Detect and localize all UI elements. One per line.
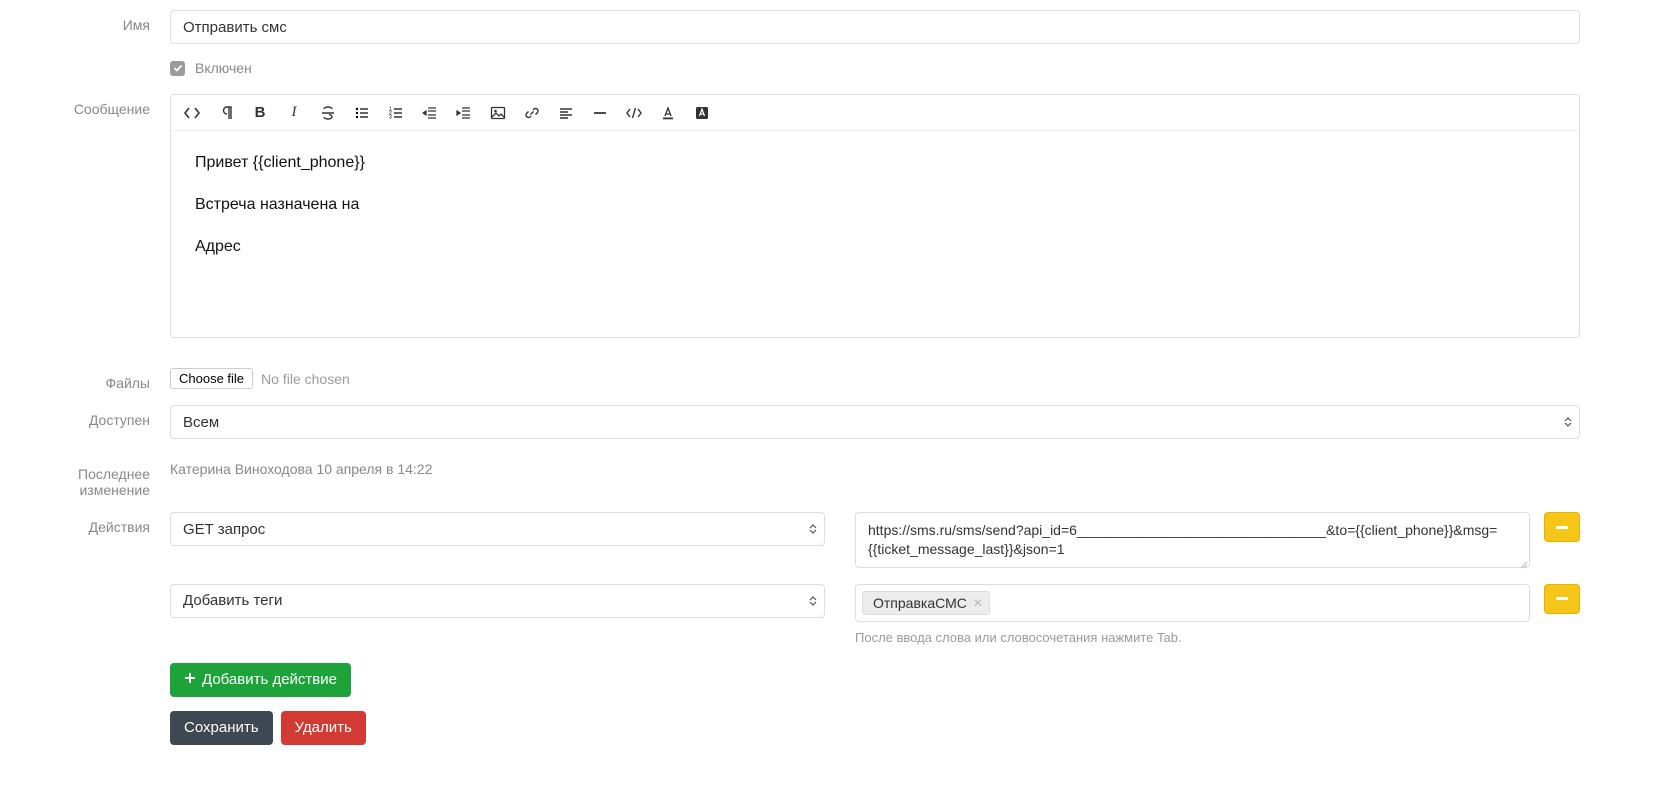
tags-hint: После ввода слова или словосочетания наж…: [855, 630, 1530, 645]
remove-action-button[interactable]: [1544, 512, 1580, 542]
enabled-label: Включен: [195, 60, 252, 76]
save-button[interactable]: Сохранить: [170, 711, 273, 745]
add-action-label: Добавить действие: [202, 671, 337, 688]
action-type-value: Добавить теги: [183, 592, 282, 609]
available-select-value: Всем: [183, 414, 219, 431]
label-actions: Действия: [10, 512, 170, 535]
action-type-select-1[interactable]: GET запрос: [170, 512, 825, 546]
outdent-icon[interactable]: [415, 99, 445, 127]
svg-text:3: 3: [389, 114, 392, 120]
add-action-button[interactable]: Добавить действие: [170, 663, 351, 697]
horizontal-rule-icon[interactable]: [585, 99, 615, 127]
tag-chip: ОтправкаСМС ✕: [862, 591, 990, 615]
label-files: Файлы: [10, 368, 170, 391]
background-color-icon[interactable]: [687, 99, 717, 127]
label-name: Имя: [10, 10, 170, 33]
choose-file-button[interactable]: Choose file: [170, 368, 253, 389]
enabled-checkbox[interactable]: [170, 61, 185, 76]
ordered-list-icon[interactable]: 123: [381, 99, 411, 127]
code-view-icon[interactable]: [177, 99, 207, 127]
name-input[interactable]: [170, 10, 1580, 44]
resize-handle-icon[interactable]: [1518, 556, 1528, 566]
editor-line: Встреча назначена на: [195, 193, 1555, 217]
text-color-icon[interactable]: [653, 99, 683, 127]
indent-icon[interactable]: [449, 99, 479, 127]
bold-icon[interactable]: B: [245, 99, 275, 127]
rich-text-editor: B I 123 Привет {{client_phone}}: [170, 94, 1580, 338]
strikethrough-icon[interactable]: [313, 99, 343, 127]
editor-line: Привет {{client_phone}}: [195, 151, 1555, 175]
action-type-value: GET запрос: [183, 521, 265, 538]
available-select[interactable]: Всем: [170, 405, 1580, 439]
plus-icon: [184, 671, 196, 688]
tag-remove-icon[interactable]: ✕: [973, 596, 983, 610]
label-message: Сообщение: [10, 94, 170, 117]
editor-line: Адрес: [195, 235, 1555, 259]
tags-input[interactable]: ОтправкаСМС ✕: [855, 584, 1530, 622]
paragraph-icon[interactable]: [211, 99, 241, 127]
select-arrows-icon: [809, 523, 817, 535]
label-available: Доступен: [10, 405, 170, 428]
link-icon[interactable]: [517, 99, 547, 127]
label-last-change: Последнее изменение: [10, 459, 170, 498]
unordered-list-icon[interactable]: [347, 99, 377, 127]
tag-label: ОтправкаСМС: [873, 595, 967, 611]
last-change-value: Катерина Виноходова 10 апреля в 14:22: [170, 459, 1580, 477]
editor-toolbar: B I 123: [171, 95, 1579, 131]
action-type-select-2[interactable]: Добавить теги: [170, 584, 825, 618]
italic-icon[interactable]: I: [279, 99, 309, 127]
delete-button[interactable]: Удалить: [281, 711, 366, 745]
action-url-textarea[interactable]: https://sms.ru/sms/send?api_id=6________…: [855, 512, 1530, 568]
image-icon[interactable]: [483, 99, 513, 127]
html-icon[interactable]: [619, 99, 649, 127]
align-icon[interactable]: [551, 99, 581, 127]
file-status: No file chosen: [261, 371, 350, 387]
select-arrows-icon: [809, 595, 817, 607]
remove-action-button[interactable]: [1544, 584, 1580, 614]
select-arrows-icon: [1564, 416, 1572, 428]
editor-content[interactable]: Привет {{client_phone}} Встреча назначен…: [171, 131, 1579, 337]
